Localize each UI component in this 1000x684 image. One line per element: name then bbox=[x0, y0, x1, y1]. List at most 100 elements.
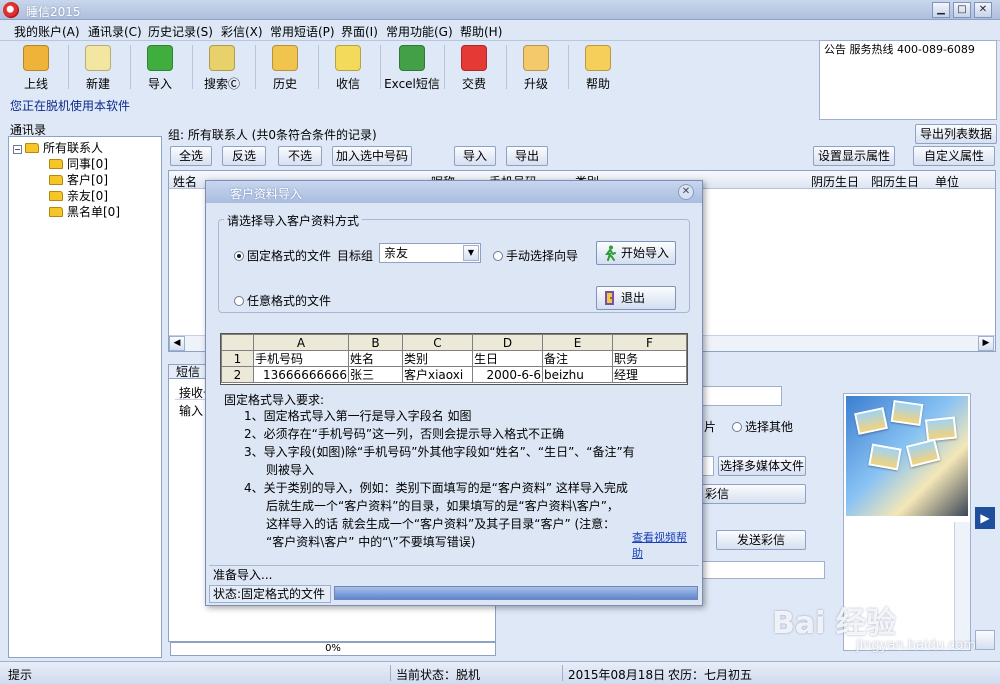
scroll-right-icon[interactable]: ▶ bbox=[978, 336, 994, 351]
help-button[interactable]: 帮助 bbox=[570, 43, 626, 91]
minimize-button[interactable]: ▁ bbox=[932, 2, 950, 18]
tree-root-all-contacts[interactable]: − 所有联系人 bbox=[13, 139, 103, 156]
menu-phrases[interactable]: 常用短语(P) bbox=[270, 23, 335, 40]
announcement-text: 公告 服务热线 400-089-6089 bbox=[824, 43, 975, 56]
column-solar-birthday[interactable]: 阳历生日 bbox=[871, 173, 919, 190]
status-date: 2015年08月18日 bbox=[568, 668, 666, 682]
online-button[interactable]: 上线 bbox=[8, 43, 64, 91]
custom-properties-button[interactable]: 自定义属性 bbox=[913, 146, 995, 166]
dialog-title-bar[interactable]: 客户资料导入 ✕ bbox=[206, 181, 702, 203]
chevron-down-icon[interactable]: ▼ bbox=[463, 245, 479, 261]
manual-wizard-radio[interactable]: 手动选择向导 bbox=[493, 247, 578, 264]
target-group-select[interactable]: 亲友 ▼ bbox=[379, 243, 481, 263]
ad-next-arrow-icon[interactable]: ▶ bbox=[975, 507, 995, 529]
requirement-line: 则被导入 bbox=[266, 463, 315, 477]
inbox-button[interactable]: 收信 bbox=[320, 43, 376, 91]
radio-icon bbox=[732, 422, 742, 432]
send-progress-bar: 0% bbox=[170, 642, 496, 656]
yen-icon bbox=[461, 45, 487, 71]
customer-import-dialog: 客户资料导入 ✕ 请选择导入客户资料方式 固定格式的文件 目标组 亲友 ▼ 手动… bbox=[205, 180, 703, 606]
dialog-close-icon[interactable]: ✕ bbox=[678, 184, 694, 200]
export-button[interactable]: 导出 bbox=[506, 146, 548, 166]
inbox-icon bbox=[335, 45, 361, 71]
sample-format-sheet: A B C D E F 1 手机号码 姓名 类别 生日 备注 职务 2 1366… bbox=[220, 333, 688, 385]
ad-image[interactable] bbox=[846, 396, 968, 516]
radio-icon bbox=[234, 296, 244, 306]
new-button[interactable]: 新建 bbox=[70, 43, 126, 91]
exit-button[interactable]: 退出 bbox=[596, 286, 676, 310]
tree-item-blacklist[interactable]: 黑名单[0] bbox=[49, 203, 120, 220]
dialog-status-mode: 状态:固定格式的文件 bbox=[209, 585, 331, 603]
tab-sms[interactable]: 短信 bbox=[168, 364, 208, 379]
fixed-format-radio[interactable]: 固定格式的文件 bbox=[234, 247, 331, 264]
sheet-row: 2 13666666666 张三 客户xiaoxi 2000-6-6 beizh… bbox=[221, 366, 687, 383]
menu-contacts[interactable]: 通讯录(C) bbox=[88, 23, 142, 40]
import-arrow-icon bbox=[147, 45, 173, 71]
menu-help[interactable]: 帮助(H) bbox=[460, 23, 502, 40]
upgrade-button[interactable]: 升级 bbox=[508, 43, 564, 91]
video-help-link[interactable]: 查看视频帮助 bbox=[632, 529, 690, 561]
deselect-button[interactable]: 不选 bbox=[278, 146, 322, 166]
folder-icon bbox=[49, 175, 63, 185]
tree-item-colleagues[interactable]: 同事[0] bbox=[49, 155, 108, 172]
mms-extra-input[interactable] bbox=[700, 561, 825, 579]
toolbar: 上线 新建 导入 搜索Ⓒ 历史 收信 Excel短信 交费 升级 帮助 bbox=[0, 41, 812, 94]
select-all-button[interactable]: 全选 bbox=[170, 146, 212, 166]
history-button[interactable]: 历史 bbox=[257, 43, 313, 91]
export-list-button[interactable]: 导出列表数据 bbox=[915, 124, 997, 144]
payment-button[interactable]: 交费 bbox=[446, 43, 502, 91]
requirement-line: 后就生成一个“客户资料”的目录，如果填写的是“客户资料\客户”， bbox=[266, 499, 619, 513]
mms-subject-input[interactable] bbox=[700, 386, 782, 406]
dialog-progress-bar bbox=[334, 586, 698, 600]
status-bar: 提示 当前状态：脱机 2015年08月18日 农历：七月初五 bbox=[0, 661, 1000, 684]
requirement-line: “客户资料\客户” 中的“\”不要填写错误) bbox=[266, 535, 476, 549]
import-button[interactable]: 导入 bbox=[132, 43, 188, 91]
collapse-toggle-icon[interactable]: − bbox=[13, 145, 22, 154]
tree-item-customers[interactable]: 客户[0] bbox=[49, 171, 108, 188]
search-icon bbox=[209, 45, 235, 71]
maximize-button[interactable]: □ bbox=[953, 2, 971, 18]
close-button[interactable]: ✕ bbox=[974, 2, 992, 18]
online-person-icon bbox=[23, 45, 49, 71]
title-bar: 睡信2015 ▁ □ ✕ bbox=[0, 0, 1000, 20]
menu-mms[interactable]: 彩信(X) bbox=[221, 23, 263, 40]
requirements-title: 固定格式导入要求: bbox=[224, 393, 325, 407]
menu-functions[interactable]: 常用功能(G) bbox=[386, 23, 453, 40]
exit-door-icon bbox=[605, 291, 614, 305]
menu-account[interactable]: 我的账户(A) bbox=[14, 23, 80, 40]
select-media-file-button[interactable]: 选择多媒体文件 bbox=[718, 456, 806, 476]
menu-bar: 我的账户(A) 通讯录(C) 历史记录(S) 彩信(X) 常用短语(P) 界面(… bbox=[0, 20, 1000, 41]
input-label: 输入 bbox=[179, 404, 204, 418]
upgrade-icon bbox=[523, 45, 549, 71]
invert-selection-button[interactable]: 反选 bbox=[222, 146, 266, 166]
excel-sms-button[interactable]: Excel短信 bbox=[382, 43, 442, 91]
send-mms-button[interactable]: 发送彩信 bbox=[716, 530, 806, 550]
import-list-button[interactable]: 导入 bbox=[454, 146, 496, 166]
mms-preview-button[interactable]: 彩信 bbox=[700, 484, 806, 504]
menu-history[interactable]: 历史记录(S) bbox=[148, 23, 213, 40]
sheet-row: 1 手机号码 姓名 类别 生日 备注 职务 bbox=[221, 350, 687, 367]
search-button[interactable]: 搜索Ⓒ bbox=[194, 43, 250, 91]
new-pencil-icon bbox=[85, 45, 111, 71]
any-format-radio[interactable]: 任意格式的文件 bbox=[234, 292, 331, 309]
column-company[interactable]: 单位 bbox=[935, 173, 959, 190]
folder-open-icon bbox=[25, 143, 39, 153]
baidu-watermark: Bai 经验 jingyan.baidu.com bbox=[772, 606, 976, 653]
contacts-tree: − 所有联系人 同事[0] 客户[0] 亲友[0] 黑名单[0] bbox=[8, 136, 162, 658]
add-selected-numbers-button[interactable]: 加入选中号码 bbox=[332, 146, 412, 166]
window-title: 睡信2015 bbox=[26, 5, 81, 19]
group-summary: 组: 所有联系人 (共0条符合条件的记录) bbox=[168, 128, 377, 142]
column-name[interactable]: 姓名 bbox=[173, 173, 197, 190]
select-other-radio[interactable]: 选择其他 bbox=[732, 418, 793, 435]
status-hint: 提示 bbox=[8, 668, 33, 682]
import-method-group-title: 请选择导入客户资料方式 bbox=[224, 212, 363, 229]
menu-interface[interactable]: 界面(I) bbox=[341, 23, 378, 40]
display-properties-button[interactable]: 设置显示属性 bbox=[813, 146, 895, 166]
target-group-label: 目标组 bbox=[337, 249, 374, 263]
start-import-button[interactable]: 开始导入 bbox=[596, 241, 676, 265]
sheet-corner bbox=[221, 334, 254, 351]
tree-item-family[interactable]: 亲友[0] bbox=[49, 187, 108, 204]
column-lunar-birthday[interactable]: 阴历生日 bbox=[811, 173, 859, 190]
folder-icon bbox=[49, 207, 63, 217]
scroll-left-icon[interactable]: ◀ bbox=[169, 336, 185, 351]
